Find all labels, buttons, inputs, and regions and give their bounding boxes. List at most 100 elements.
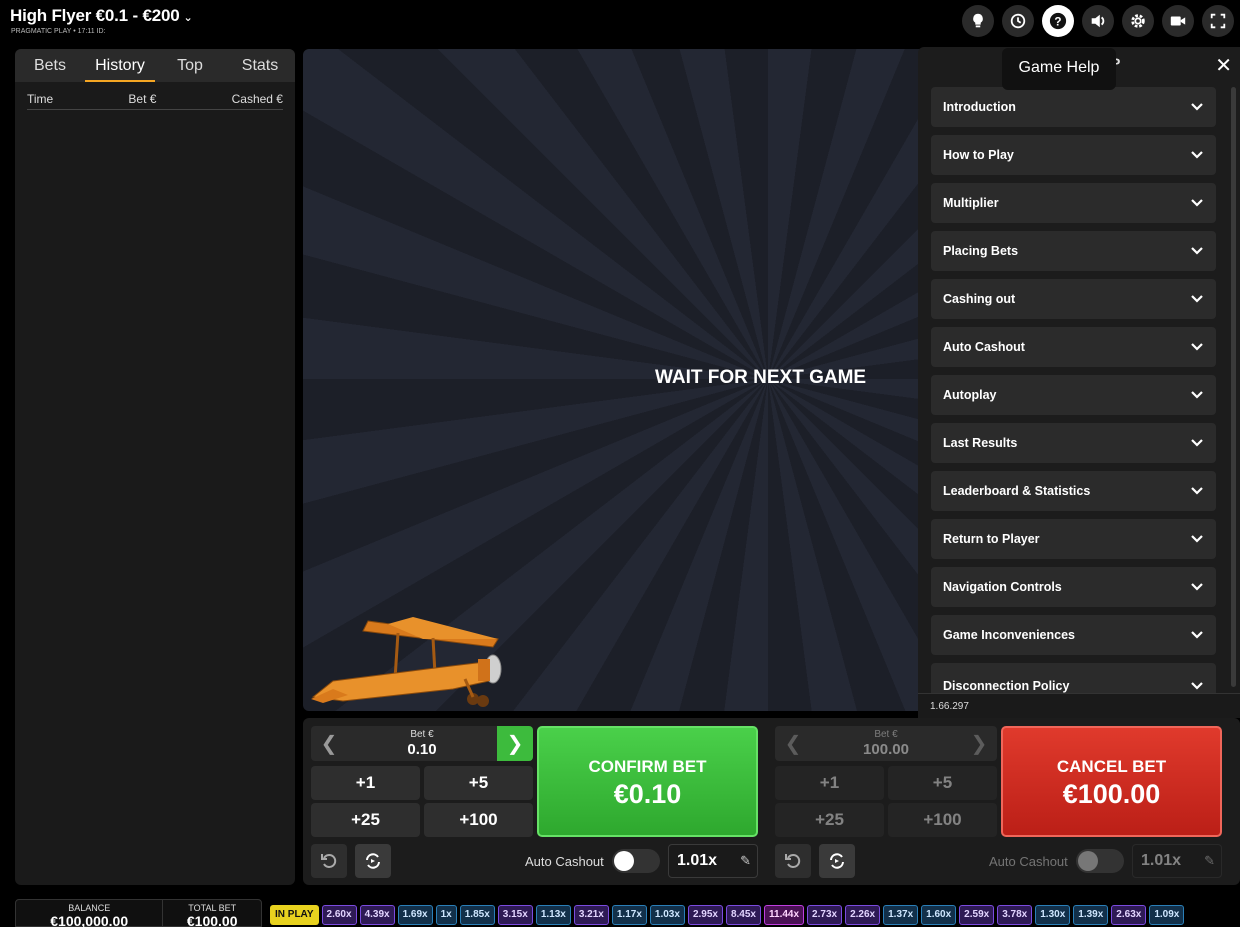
sound-icon[interactable] bbox=[1082, 5, 1114, 37]
result-pill[interactable]: 1.85x bbox=[459, 905, 495, 925]
balance-value: €100,000.00 bbox=[50, 913, 129, 927]
result-pill[interactable]: 1.30x bbox=[1035, 905, 1071, 925]
result-pill[interactable]: 2.63x bbox=[1111, 905, 1147, 925]
confirm-bet-button[interactable]: CONFIRM BET €0.10 bbox=[537, 726, 758, 837]
result-pill[interactable]: 1.09x bbox=[1149, 905, 1185, 925]
help-scrollbar[interactable] bbox=[1231, 87, 1236, 687]
auto-cashout-input[interactable]: 1.01x ✎ bbox=[1132, 844, 1222, 878]
auto-cashout-label: Auto Cashout bbox=[525, 854, 604, 869]
result-pill[interactable]: 2.60x bbox=[321, 905, 357, 925]
result-pill[interactable]: 1.03x bbox=[649, 905, 685, 925]
result-pill[interactable]: 1.69x bbox=[397, 905, 433, 925]
help-item-disconnection-policy[interactable]: Disconnection Policy bbox=[931, 663, 1216, 695]
help-tooltip: Game Help bbox=[1002, 48, 1116, 90]
chevron-down-icon bbox=[1191, 247, 1203, 255]
result-pill[interactable]: 1x bbox=[435, 905, 457, 925]
game-help-panel: P ✕ Introduction How to Play Multiplier … bbox=[918, 47, 1240, 718]
result-pill[interactable]: 1.17x bbox=[611, 905, 647, 925]
video-icon[interactable] bbox=[1162, 5, 1194, 37]
edit-icon: ✎ bbox=[1204, 853, 1215, 868]
version-label: 1.66.297 bbox=[918, 693, 1240, 718]
result-pill[interactable]: 2.59x bbox=[959, 905, 995, 925]
help-icon[interactable]: ? bbox=[1042, 5, 1074, 37]
fullscreen-icon[interactable] bbox=[1202, 5, 1234, 37]
chevron-down-icon bbox=[1191, 487, 1203, 495]
result-pill[interactable]: 1.37x bbox=[883, 905, 919, 925]
result-pill[interactable]: 3.78x bbox=[997, 905, 1033, 925]
history-table-header: Time Bet € Cashed € bbox=[27, 92, 283, 110]
help-item-cashing-out[interactable]: Cashing out bbox=[931, 279, 1216, 319]
chevron-down-icon bbox=[1191, 199, 1203, 207]
tab-top[interactable]: Top bbox=[155, 49, 225, 82]
undo-icon[interactable] bbox=[775, 844, 811, 878]
chevron-down-icon bbox=[1191, 151, 1203, 159]
chevron-right-icon[interactable]: ❯ bbox=[497, 726, 533, 761]
header: High Flyer €0.1 - €200 ⌄ PRAGMATIC PLAY •… bbox=[0, 0, 1240, 44]
history-icon[interactable] bbox=[1002, 5, 1034, 37]
quick-add-5-button[interactable]: +5 bbox=[424, 766, 533, 800]
help-item-navigation-controls[interactable]: Navigation Controls bbox=[931, 567, 1216, 607]
tab-history[interactable]: History bbox=[85, 49, 155, 82]
help-item-game-inconveniences[interactable]: Game Inconveniences bbox=[931, 615, 1216, 655]
balance-box: BALANCE €100,000.00 TOTAL BET €100.00 bbox=[15, 899, 262, 927]
help-item-autoplay[interactable]: Autoplay bbox=[931, 375, 1216, 415]
chevron-down-icon bbox=[1191, 682, 1203, 690]
help-item-placing-bets[interactable]: Placing Bets bbox=[931, 231, 1216, 271]
result-pill[interactable]: 11.44x bbox=[764, 905, 805, 925]
result-pill[interactable]: 1.13x bbox=[535, 905, 571, 925]
tab-bets[interactable]: Bets bbox=[15, 49, 85, 82]
quick-add-100-button[interactable]: +100 bbox=[424, 803, 533, 837]
help-item-leaderboard[interactable]: Leaderboard & Statistics bbox=[931, 471, 1216, 511]
auto-cashout-toggle[interactable] bbox=[612, 849, 660, 873]
result-pill[interactable]: 1.39x bbox=[1073, 905, 1109, 925]
close-icon[interactable]: ✕ bbox=[1215, 53, 1232, 78]
help-item-introduction[interactable]: Introduction bbox=[931, 87, 1216, 127]
result-pill[interactable]: 2.26x bbox=[845, 905, 881, 925]
chevron-down-icon bbox=[1191, 439, 1203, 447]
chevron-down-icon bbox=[1191, 343, 1203, 351]
auto-cashout-input[interactable]: 1.01x ✎ bbox=[668, 844, 758, 878]
quick-add-1-button[interactable]: +1 bbox=[311, 766, 420, 800]
help-item-auto-cashout[interactable]: Auto Cashout bbox=[931, 327, 1216, 367]
result-pill[interactable]: 3.15x bbox=[497, 905, 533, 925]
column-cashed: Cashed € bbox=[231, 92, 283, 106]
in-play-badge[interactable]: IN PLAY bbox=[270, 905, 319, 925]
settings-icon[interactable] bbox=[1122, 5, 1154, 37]
auto-cashout-toggle[interactable] bbox=[1076, 849, 1124, 873]
help-topic-list: Introduction How to Play Multiplier Plac… bbox=[931, 87, 1216, 703]
game-subtitle: PRAGMATIC PLAY • 17:11 ID: bbox=[11, 28, 106, 35]
bet-panel-2: ❮ Bet € 100.00 ❯ +1 +5 +25 +100 CANCEL B… bbox=[775, 726, 1225, 881]
result-pill[interactable]: 4.39x bbox=[359, 905, 395, 925]
quick-add-1-button[interactable]: +1 bbox=[775, 766, 884, 800]
panel-tabs: Bets History Top Stats bbox=[15, 49, 295, 82]
help-item-multiplier[interactable]: Multiplier bbox=[931, 183, 1216, 223]
chevron-down-icon bbox=[1191, 631, 1203, 639]
result-pill[interactable]: 3.21x bbox=[573, 905, 609, 925]
result-pill[interactable]: 2.95x bbox=[687, 905, 723, 925]
undo-icon[interactable] bbox=[311, 844, 347, 878]
bet-amount-stepper: ❮ Bet € 100.00 ❯ bbox=[775, 726, 997, 761]
help-item-return-to-player[interactable]: Return to Player bbox=[931, 519, 1216, 559]
result-pill[interactable]: 1.60x bbox=[921, 905, 957, 925]
bets-history-panel: Bets History Top Stats Time Bet € Cashed… bbox=[15, 49, 295, 885]
quick-add-100-button[interactable]: +100 bbox=[888, 803, 997, 837]
chevron-down-icon[interactable]: ⌄ bbox=[183, 12, 192, 24]
quick-add-25-button[interactable]: +25 bbox=[311, 803, 420, 837]
column-time: Time bbox=[27, 92, 54, 106]
quick-add-25-button[interactable]: +25 bbox=[775, 803, 884, 837]
quick-add-5-button[interactable]: +5 bbox=[888, 766, 997, 800]
tab-stats[interactable]: Stats bbox=[225, 49, 295, 82]
autoplay-icon[interactable] bbox=[355, 844, 391, 878]
help-item-how-to-play[interactable]: How to Play bbox=[931, 135, 1216, 175]
chevron-down-icon bbox=[1191, 103, 1203, 111]
cancel-bet-button[interactable]: CANCEL BET €100.00 bbox=[1001, 726, 1222, 837]
help-item-last-results[interactable]: Last Results bbox=[931, 423, 1216, 463]
autoplay-icon[interactable] bbox=[819, 844, 855, 878]
chevron-right-icon[interactable]: ❯ bbox=[961, 726, 997, 761]
result-pill[interactable]: 8.45x bbox=[725, 905, 761, 925]
bulb-icon[interactable] bbox=[962, 5, 994, 37]
game-status-message: WAIT FOR NEXT GAME bbox=[655, 367, 867, 388]
result-pill[interactable]: 2.73x bbox=[807, 905, 843, 925]
game-title[interactable]: High Flyer €0.1 - €200 ⌄ bbox=[10, 6, 193, 26]
bet-controls: ❮ Bet € 0.10 ❯ +1 +5 +25 +100 CONFIRM BE… bbox=[303, 718, 1240, 885]
